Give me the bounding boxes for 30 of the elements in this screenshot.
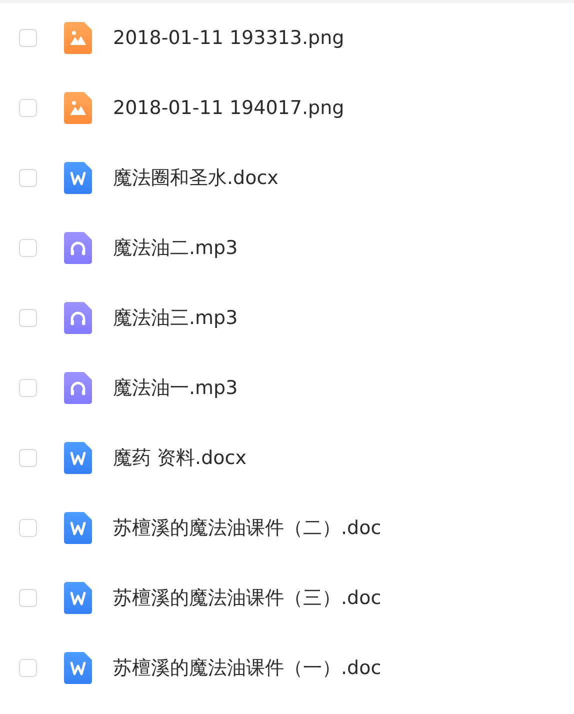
checkbox[interactable]: [19, 379, 37, 397]
checkbox[interactable]: [19, 29, 37, 47]
file-name[interactable]: 苏檀溪的魔法油课件（三）.doc: [113, 585, 382, 611]
file-name[interactable]: 魔法油三.mp3: [113, 305, 238, 331]
document-file-icon: [64, 512, 92, 544]
audio-file-icon: [64, 372, 92, 404]
audio-file-icon: [64, 302, 92, 334]
image-file-icon: [64, 92, 92, 124]
file-name[interactable]: 魔法油二.mp3: [113, 235, 238, 261]
checkbox[interactable]: [19, 659, 37, 677]
checkbox[interactable]: [19, 309, 37, 327]
checkbox[interactable]: [19, 449, 37, 467]
file-name[interactable]: 魔药 资料.docx: [113, 445, 246, 471]
file-name[interactable]: 魔法油一.mp3: [113, 375, 238, 401]
checkbox[interactable]: [19, 99, 37, 117]
file-name[interactable]: 苏檀溪的魔法油课件（二）.doc: [113, 515, 382, 541]
file-name[interactable]: 2018-01-11 193313.png: [113, 27, 344, 49]
image-file-icon: [64, 22, 92, 54]
checkbox[interactable]: [19, 519, 37, 537]
document-file-icon: [64, 442, 92, 474]
file-name[interactable]: 苏檀溪的魔法油课件（一）.doc: [113, 655, 382, 681]
document-file-icon: [64, 652, 92, 684]
document-file-icon: [64, 162, 92, 194]
checkbox[interactable]: [19, 589, 37, 607]
checkbox[interactable]: [19, 169, 37, 187]
audio-file-icon: [64, 232, 92, 264]
checkbox[interactable]: [19, 239, 37, 257]
file-name[interactable]: 2018-01-11 194017.png: [113, 97, 344, 119]
file-name[interactable]: 魔法圈和圣水.docx: [113, 165, 278, 191]
document-file-icon: [64, 582, 92, 614]
